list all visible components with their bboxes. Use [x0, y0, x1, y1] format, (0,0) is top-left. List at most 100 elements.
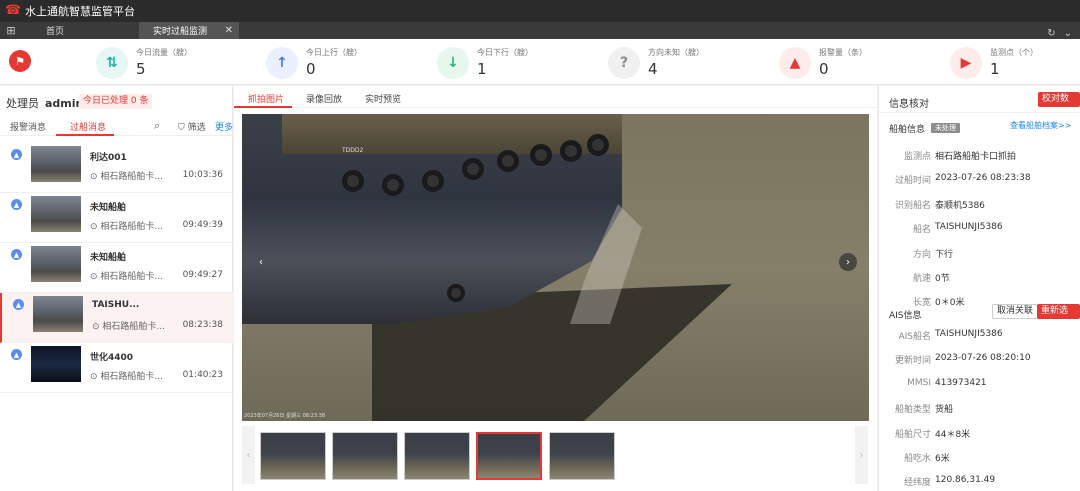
- info-value: 相石路船舶卡口抓拍: [935, 152, 1017, 162]
- info-key: 更新时间: [894, 356, 931, 367]
- message-list: ▲ 利达001 ⊙ 相石路船舶卡... 10:03:36 ▲ 未知船舶 ⊙ 相石路船舶卡..…: [0, 143, 233, 393]
- info-row: 更新时间 2023-07-26 08:20:10: [879, 348, 1080, 372]
- info-key: 经纬度: [903, 478, 931, 489]
- list-item[interactable]: ▲ 未知船舶 ⊙ 相石路船舶卡... 09:49:27: [0, 243, 233, 293]
- stat-label: 方向未知（艘）: [648, 48, 704, 57]
- more-link[interactable]: 更多: [215, 120, 233, 133]
- list-item[interactable]: ▲ 世化4400 ⊙ 相石路船舶卡... 01:40:23: [0, 343, 233, 393]
- thumbnail-4-selected[interactable]: [476, 432, 542, 480]
- filter-label: 筛选: [187, 123, 206, 133]
- verify-data-button[interactable]: 校对数据: [1038, 92, 1080, 119]
- search-icon[interactable]: ⌕: [154, 119, 160, 133]
- tab-video-playback[interactable]: 录像回放: [306, 92, 342, 105]
- pass-time: 08:23:38: [182, 320, 223, 330]
- stat-label: 监测点（个）: [990, 48, 1038, 57]
- list-item[interactable]: ▲ 利达001 ⊙ 相石路船舶卡... 10:03:36: [0, 143, 233, 193]
- unlink-button[interactable]: 取消关联: [992, 304, 1039, 319]
- info-value: TAISHUNJI5386: [935, 222, 1003, 233]
- thumbnails-prev-button[interactable]: ‹: [242, 426, 255, 484]
- ship-type-icon: ▲: [11, 199, 22, 210]
- filter-button[interactable]: ⛉ 筛选: [178, 120, 206, 133]
- stat-icon: ▲: [779, 47, 811, 79]
- location-pin-icon: ⊙: [92, 322, 100, 332]
- ship-thumbnail: [31, 246, 81, 282]
- ship-name: 世化4400: [90, 353, 134, 363]
- next-image-button[interactable]: ›: [839, 253, 857, 271]
- info-row: 监测点 相石路船舶卡口抓拍: [879, 144, 1080, 168]
- tire-fender: [560, 140, 582, 162]
- chevron-down-icon[interactable]: ⌄: [1064, 28, 1072, 39]
- list-item[interactable]: ▲ TAISHU... ⊙ 相石路船舶卡... 08:23:38: [0, 293, 233, 343]
- stat-icon: ▶: [950, 47, 982, 79]
- info-value: 货船: [935, 405, 954, 416]
- tab-bar: ⊞ 首页 实时过船监测 ✕ ↻ ⌄: [0, 22, 1080, 39]
- info-key: 航速: [912, 274, 931, 284]
- info-row: 经纬度 120.86,31.49: [879, 470, 1080, 491]
- location-text: ⊙ 相石路船舶卡...: [90, 369, 163, 382]
- stat-label: 今日下行（艘）: [477, 48, 533, 57]
- today-processed-badge: 今日已处理 0 条: [79, 94, 153, 109]
- info-value: 2023-07-26 08:23:38: [935, 173, 1031, 184]
- stat-value: 1: [990, 60, 1000, 78]
- tab-alarm-messages[interactable]: 报警消息: [10, 120, 46, 133]
- ais-info-heading: AIS信息: [889, 311, 922, 321]
- info-verify-panel: 信息核对 校对数据 船舶信息 未处理 查看船舶档案>> 监测点 相石路船舶卡口抓拍…: [878, 86, 1080, 491]
- location-text: ⊙ 相石路船舶卡...: [90, 269, 163, 282]
- tab-passing-messages[interactable]: 过船消息: [70, 120, 106, 133]
- thumbnail-5[interactable]: [549, 432, 615, 480]
- stat-value: 1: [477, 60, 487, 78]
- ship-name: 未知船舶: [90, 203, 127, 213]
- stat-icon: ↑: [266, 47, 298, 79]
- ship-thumbnail: [31, 196, 81, 232]
- stat-icon: ⇅: [96, 47, 128, 79]
- tab-realtime-monitor[interactable]: 实时过船监测 ✕: [139, 22, 239, 39]
- info-row: MMSI 413973421: [879, 373, 1080, 397]
- media-tabs: 抓拍图片 录像回放 实时预览: [234, 86, 877, 108]
- handler-label: 处理员: [6, 97, 39, 110]
- info-row: AIS船名 TAISHUNJI5386: [879, 324, 1080, 348]
- location-label: 相石路船舶卡...: [100, 172, 164, 182]
- stat-value: 0: [819, 60, 829, 78]
- tire-fender: [422, 170, 444, 192]
- thumbnail-2[interactable]: [332, 432, 398, 480]
- list-item[interactable]: ▲ 未知船舶 ⊙ 相石路船舶卡... 09:49:39: [0, 193, 233, 243]
- pass-time: 09:49:39: [182, 220, 223, 230]
- view-ship-archive-link[interactable]: 查看船舶档案>>: [1010, 120, 1071, 131]
- thumbnails-next-button[interactable]: ›: [855, 426, 868, 484]
- location-label: 相石路船舶卡...: [100, 372, 164, 382]
- info-value: 44＊8米: [935, 429, 971, 440]
- tire-fender: [497, 150, 519, 172]
- grid-menu-icon[interactable]: ⊞: [2, 22, 20, 39]
- alert-bookmark-icon[interactable]: ⚑: [9, 50, 31, 72]
- info-key: 船舶尺寸: [894, 429, 931, 440]
- app-title: 水上通航智慧监管平台: [25, 5, 135, 18]
- info-key: 船舶类型: [894, 405, 931, 416]
- close-icon[interactable]: ✕: [225, 25, 233, 36]
- info-row: 过船时间 2023-07-26 08:23:38: [879, 168, 1080, 192]
- info-row: 船舶尺寸 44＊8米: [879, 422, 1080, 446]
- reselect-button[interactable]: 重新选择: [1037, 304, 1080, 331]
- panel-title: 信息核对: [889, 99, 929, 110]
- previous-image-button[interactable]: ‹: [252, 253, 270, 271]
- stats-bar: ⚑ ⇅ 今日流量（艘） 5 ↑ 今日上行（艘） 0 ↓ 今日下行（艘） 1? 方向未知（艘） 4 ▲ 报…: [0, 39, 1080, 85]
- hull-marking: TDDD2: [342, 147, 364, 154]
- thumbnail-1[interactable]: [260, 432, 326, 480]
- tab-home[interactable]: 首页: [30, 22, 125, 39]
- info-value: 2023-07-26 08:20:10: [935, 353, 1031, 364]
- refresh-icon[interactable]: ↻: [1047, 28, 1055, 39]
- ship-type-icon: ▲: [11, 349, 22, 360]
- tire-fender: [587, 134, 609, 156]
- stat-icon: ?: [608, 47, 640, 79]
- info-value: 0＊0米: [935, 298, 965, 309]
- app-logo-icon: ☎: [5, 3, 22, 18]
- stat-label: 今日上行（艘）: [306, 48, 362, 57]
- tab-capture-images[interactable]: 抓拍图片: [248, 92, 284, 105]
- location-label: 相石路船舶卡...: [102, 322, 166, 332]
- tab-realtime-monitor-label: 实时过船监测: [153, 27, 208, 37]
- location-text: ⊙ 相石路船舶卡...: [92, 319, 165, 332]
- info-value: 413973421: [935, 377, 987, 388]
- ship-type-icon: ▲: [11, 149, 22, 160]
- thumbnail-3[interactable]: [404, 432, 470, 480]
- tab-live-preview[interactable]: 实时预览: [365, 92, 401, 105]
- info-row: 方向 下行: [879, 242, 1080, 266]
